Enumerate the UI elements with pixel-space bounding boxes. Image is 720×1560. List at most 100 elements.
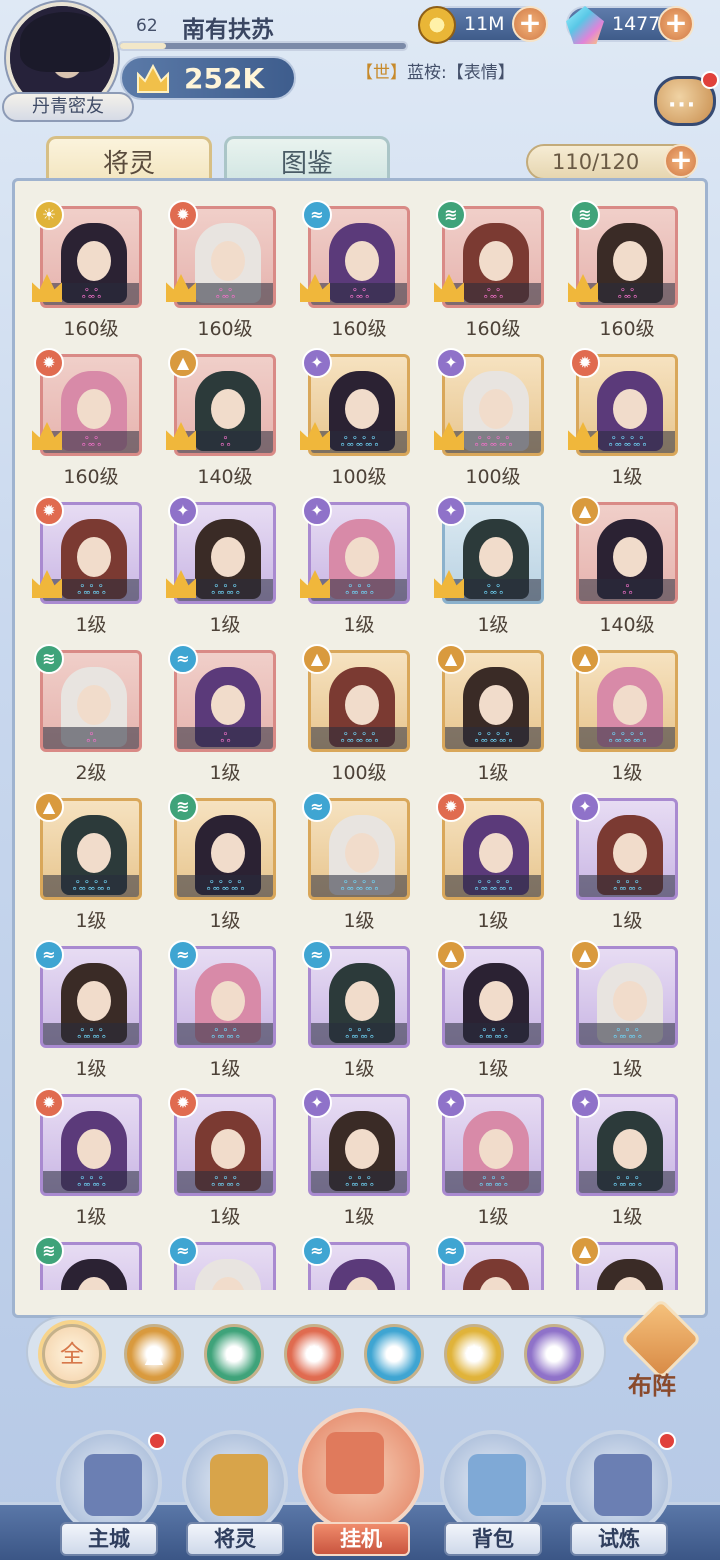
spirit-level: 1级 — [343, 910, 375, 932]
spirit-card[interactable]: ஃ ▲ 140级 — [166, 348, 276, 488]
spirit-level: 1级 — [343, 1206, 375, 1228]
spirit-level: 1级 — [75, 1206, 107, 1228]
water-element-icon: ≈ — [168, 644, 198, 674]
world-chat-ticker[interactable]: 【世】蓝桉:【表情】 — [356, 58, 515, 83]
spirit-card[interactable]: ஃஃஃ ✹ 1级 — [34, 1088, 142, 1228]
spirit-card[interactable]: ஃஃஃ ✦ 1级 — [302, 1088, 410, 1228]
spirit-card[interactable]: ≋ — [34, 1236, 142, 1290]
bottom-navigation: 主城 将灵 挂机 背包 试炼 — [0, 1408, 720, 1560]
spirit-card[interactable]: ஃஃ ✦ 1级 — [434, 496, 544, 636]
spirit-level: 1级 — [209, 1058, 241, 1080]
spirit-card[interactable]: ஃஃ ✹ 160级 — [166, 200, 276, 340]
filter-thunder-button[interactable]: ✦ — [524, 1324, 584, 1384]
spirit-card[interactable]: ஃஃஃ ✹ 1级 — [168, 1088, 276, 1228]
spirit-card[interactable]: ≈ — [436, 1236, 544, 1290]
star-rank: ஃஃஃ — [345, 1027, 374, 1042]
spirit-card[interactable]: ஃஃ ☀ 160级 — [32, 200, 142, 340]
coin-icon — [418, 6, 456, 44]
formation-button[interactable]: 布阵 — [619, 1297, 703, 1400]
mountain-element-icon: ▲ — [570, 940, 600, 970]
nav-trial-label: 试炼 — [570, 1522, 668, 1556]
filter-all-button[interactable]: 全 — [42, 1324, 102, 1384]
coin-value: 11M — [464, 13, 505, 35]
spirit-card[interactable]: ≈ — [302, 1236, 410, 1290]
spirit-level: 160级 — [63, 318, 119, 340]
spirit-card[interactable]: ஃ ≈1级 — [168, 644, 276, 784]
star-rank: ஃ — [220, 731, 230, 746]
mountain-element-icon: ▲ — [570, 496, 600, 526]
spirit-card[interactable]: ஃஃ ✹ 160级 — [32, 348, 142, 488]
spirit-level: 2级 — [75, 762, 107, 784]
spirit-card[interactable]: ஃஃஃ ✦ 1级 — [300, 496, 410, 636]
water-element-icon: ≈ — [34, 940, 64, 970]
spirit-level: 1级 — [209, 762, 241, 784]
spirit-card[interactable]: ஃஃஃஃ ≈1级 — [302, 792, 410, 932]
filter-sun-button[interactable]: ☀ — [444, 1324, 504, 1384]
add-gems-button[interactable]: + — [658, 6, 694, 42]
spirit-grid: ஃஃ ☀ 160级 ஃஃ ✹ 160级 ஃஃ ≈160级 ஃஃ ≋ 160级 ஃஃ ≋ 160级 ஃஃ ✹ 16… — [32, 200, 678, 1290]
chat-button[interactable]: ··· — [654, 71, 719, 126]
nav-city[interactable]: 主城 — [50, 1430, 168, 1558]
spirit-card[interactable]: ஃஃஃ ≈1级 — [34, 940, 142, 1080]
spirit-card[interactable]: ஃஃஃ ✹ 1级 — [32, 496, 142, 636]
expand-capacity-button[interactable]: + — [664, 144, 698, 178]
spirit-grid-scroll[interactable]: ஃஃ ☀ 160级 ஃஃ ✹ 160级 ஃஃ ≈160级 ஃஃ ≋ 160级 ஃஃ ≋ 160级 ஃஃ ✹ 16… — [26, 190, 706, 1290]
spirit-card[interactable]: ஃ ▲ 140级 — [570, 496, 678, 636]
nav-idle[interactable]: 挂机 — [298, 1408, 424, 1558]
idle-icon — [326, 1432, 384, 1494]
wind-element-icon: ≋ — [436, 200, 466, 230]
nav-spirits[interactable]: 将灵 — [176, 1430, 294, 1558]
thunder-element-icon: ✦ — [436, 496, 466, 526]
fire-element-icon: ✹ — [168, 1088, 198, 1118]
water-element-icon: ≈ — [168, 940, 198, 970]
spirit-card[interactable]: ஃஃஃ ✦ 1级 — [436, 1088, 544, 1228]
filter-mountain-button[interactable]: ▲ — [124, 1324, 184, 1384]
filter-fire-button[interactable]: ✹ — [284, 1324, 344, 1384]
gem-icon — [566, 6, 604, 44]
spirit-card[interactable]: ஃஃஃஃ ✦ 100级 — [300, 348, 410, 488]
spirit-card[interactable]: ஃ ≋ 2级 — [34, 644, 142, 784]
nav-trial-icon-frame — [566, 1430, 672, 1536]
spirit-card[interactable]: ஃஃஃ ✦ 1级 — [570, 1088, 678, 1228]
spirit-card[interactable]: ஃஃஃ ≈1级 — [168, 940, 276, 1080]
spirit-level: 160级 — [465, 318, 521, 340]
spirit-card[interactable]: ▲ — [570, 1236, 678, 1290]
add-coins-button[interactable]: + — [512, 6, 548, 42]
spirit-card[interactable]: ஃஃ ≈160级 — [300, 200, 410, 340]
star-rank: ஃஃஃஃ — [474, 731, 513, 746]
filter-water-button[interactable]: ≈ — [364, 1324, 424, 1384]
star-rank: ஃஃஃஃ — [474, 879, 513, 894]
spirit-card[interactable]: ≈ — [168, 1236, 276, 1290]
spirit-card[interactable]: ஃஃஃஃ ✹ 1级 — [568, 348, 678, 488]
nav-bag[interactable]: 背包 — [434, 1430, 552, 1558]
spirit-level: 1级 — [75, 1058, 107, 1080]
exp-bar — [118, 41, 408, 51]
spirit-card[interactable]: ஃஃஃ ≈1级 — [302, 940, 410, 1080]
thunder-element-icon: ✦ — [168, 496, 198, 526]
spirit-card[interactable]: ஃஃ ≋ 160级 — [434, 200, 544, 340]
spirit-card[interactable]: ஃஃஃஃ ▲ 100级 — [302, 644, 410, 784]
spirit-card[interactable]: ஃஃஃ ▲ 1级 — [570, 940, 678, 1080]
city-icon — [84, 1454, 142, 1516]
spirit-card[interactable]: ஃஃ ≋ 160级 — [568, 200, 678, 340]
spirit-level: 1级 — [343, 614, 375, 636]
star-rank: ஃஃஃஃ — [206, 879, 245, 894]
star-rank: ஃஃஃஃ — [72, 879, 111, 894]
wind-element-icon: ≋ — [34, 644, 64, 674]
chat-notification-dot — [701, 71, 719, 89]
spirit-card[interactable]: ஃஃஃஃ ✹ 1级 — [436, 792, 544, 932]
spirit-card[interactable]: ஃஃஃஃ ▲ 1级 — [34, 792, 142, 932]
spirit-card[interactable]: ஃஃஃ ✦ 1级 — [570, 792, 678, 932]
spirit-card[interactable]: ஃஃஃஃ ✦ 100级 — [434, 348, 544, 488]
spirit-card[interactable]: ஃஃஃ ▲ 1级 — [436, 940, 544, 1080]
spirit-card[interactable]: ஃஃஃஃ ▲ 1级 — [570, 644, 678, 784]
spirit-card[interactable]: ஃஃஃஃ ≋ 1级 — [168, 792, 276, 932]
spirit-portrait — [597, 1259, 663, 1290]
filter-wind-button[interactable]: ≋ — [204, 1324, 264, 1384]
water-element-icon: ≈ — [168, 1236, 198, 1266]
wind-element-icon: ≋ — [570, 200, 600, 230]
nav-trial[interactable]: 试炼 — [560, 1430, 678, 1558]
spirit-card[interactable]: ஃஃஃஃ ▲ 1级 — [436, 644, 544, 784]
spirit-level: 1级 — [209, 910, 241, 932]
spirit-card[interactable]: ஃஃஃ ✦ 1级 — [166, 496, 276, 636]
